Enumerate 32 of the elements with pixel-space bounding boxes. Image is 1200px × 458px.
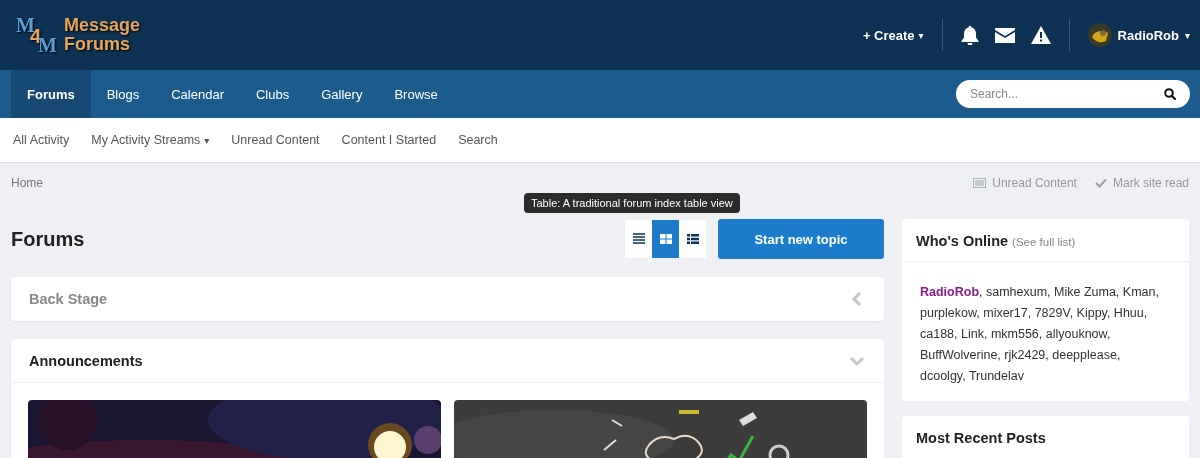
nav-tab[interactable]: Gallery <box>305 70 379 118</box>
breadcrumb-link[interactable]: Home <box>11 176 43 190</box>
checkmark-icon <box>1094 178 1107 188</box>
category-title[interactable]: Announcements <box>29 352 143 369</box>
search-icon <box>1164 88 1176 100</box>
site-logo[interactable]: M4M Message Forums <box>16 15 141 55</box>
grid-icon <box>659 233 672 245</box>
nav-tab[interactable]: Clubs <box>239 70 306 118</box>
create-button[interactable]: + Create ▾ <box>862 27 924 43</box>
search-field[interactable]: Search... <box>956 80 1190 108</box>
category-title[interactable]: Back Stage <box>29 291 108 307</box>
notifications-bell-icon[interactable] <box>960 25 979 45</box>
subnav-link[interactable]: Search <box>447 133 509 147</box>
tooltip: Table: A traditional forum index table view <box>524 193 740 213</box>
start-topic-button[interactable]: Start new topic <box>718 219 884 259</box>
subnav-link[interactable]: My Activity Streams ▾ <box>80 133 221 147</box>
see-full-list-link[interactable]: (See full list) <box>1012 236 1076 248</box>
page-title: Forums <box>11 227 86 251</box>
warning-icon[interactable] <box>1030 26 1051 44</box>
widget-title: Who's Online <box>916 233 1009 249</box>
subnav-link[interactable]: All Activity <box>2 133 81 147</box>
envelope-icon[interactable] <box>994 27 1015 43</box>
nav-tab[interactable]: Forums <box>11 70 91 118</box>
nav-tab[interactable]: Browse <box>378 70 454 118</box>
online-users-list: RadioRob, samhexum, Mike Zuma, Kman, purplekow, mixer17, 7829V, Kippy, Hhuu, ca188, Link, mkm556, allyouknow, BuffWolverine, rjk2429, deepplease, dcoolgy, Trundelav <box>902 262 1189 401</box>
subnav-link[interactable]: Unread Content <box>220 133 331 147</box>
avatar-icon <box>1087 23 1112 47</box>
subnav-link[interactable]: Content I Started <box>330 133 448 147</box>
nav-tab[interactable]: Calendar <box>155 70 240 118</box>
widget-title: Most Recent Posts <box>916 430 1046 446</box>
user-menu[interactable]: RadioRob ▾ <box>1087 23 1190 47</box>
nav-tab[interactable]: Blogs <box>90 70 156 118</box>
